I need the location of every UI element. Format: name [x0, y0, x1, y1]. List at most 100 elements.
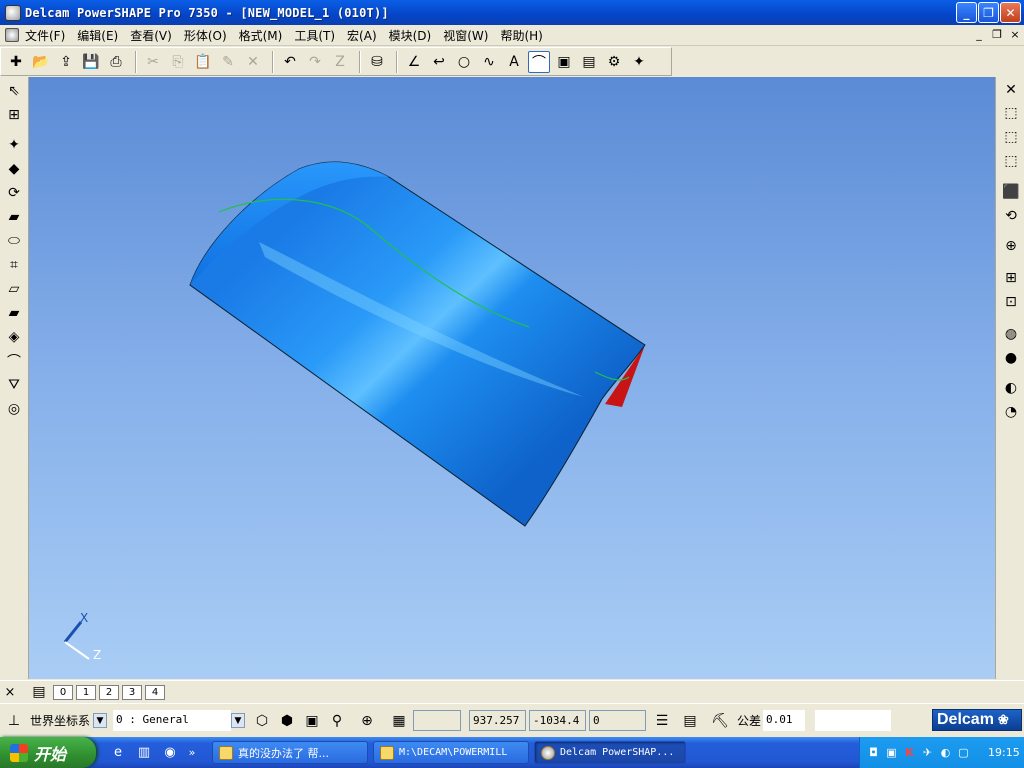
wizard-icon[interactable]: ✦: [628, 51, 650, 73]
sketch-icon[interactable]: Z: [329, 51, 351, 73]
curve-icon[interactable]: ∿: [478, 51, 500, 73]
surface-icon[interactable]: ⌒: [528, 50, 550, 73]
arc-tool-icon[interactable]: ⟳: [3, 182, 25, 204]
select-surfaces-icon[interactable]: ⬢: [276, 710, 298, 732]
zoom-window-icon[interactable]: ⊞: [1000, 267, 1022, 289]
print-icon[interactable]: ⎙: [105, 51, 127, 73]
multi-select-icon[interactable]: ⊞: [3, 104, 25, 126]
minimize-button[interactable]: _: [956, 2, 977, 23]
paste-icon[interactable]: 📋: [192, 51, 214, 73]
drive-icon[interactable]: ⛛: [3, 374, 25, 396]
shaded-icon[interactable]: ●: [1000, 347, 1022, 369]
zoom-icon[interactable]: ⊕: [1000, 235, 1022, 257]
menu-format[interactable]: 格式(M): [239, 27, 283, 44]
rotate-icon[interactable]: ◈: [3, 326, 25, 348]
save-icon[interactable]: 💾: [80, 51, 102, 73]
menu-module[interactable]: 模块(D): [389, 27, 432, 44]
circle-icon[interactable]: ○: [453, 51, 475, 73]
lighting-icon[interactable]: ◐: [1000, 377, 1022, 399]
material-icon[interactable]: ◔: [1000, 401, 1022, 423]
menu-object[interactable]: 形体(O): [184, 27, 227, 44]
calculator-icon[interactable]: ▤: [679, 710, 701, 732]
grid-icon[interactable]: ▦: [388, 710, 410, 732]
menu-help[interactable]: 帮助(H): [500, 27, 542, 44]
line-icon[interactable]: ∠: [403, 51, 425, 73]
point-icon[interactable]: ✦: [3, 134, 25, 156]
document-icon[interactable]: [5, 28, 19, 42]
level-tab-3[interactable]: 3: [122, 684, 142, 700]
ie-icon[interactable]: e: [108, 743, 128, 763]
view-iso-icon[interactable]: ⬛: [1000, 181, 1022, 203]
graphics-viewport[interactable]: X Z: [29, 77, 995, 679]
undo-icon[interactable]: ↶: [279, 51, 301, 73]
redo-icon[interactable]: ↷: [304, 51, 326, 73]
delete-icon[interactable]: ✎: [217, 51, 239, 73]
menu-tools[interactable]: 工具(T): [294, 27, 335, 44]
mdi-close-button[interactable]: ×: [1008, 28, 1022, 42]
level-select[interactable]: 0 : General: [113, 710, 232, 731]
menu-view[interactable]: 查看(V): [130, 27, 172, 44]
cut-icon[interactable]: ✂: [142, 51, 164, 73]
level-tab-4[interactable]: 4: [145, 684, 165, 700]
maximize-button[interactable]: ❐: [978, 2, 999, 23]
select-solids-icon[interactable]: ▣: [301, 710, 323, 732]
surface-tool-icon[interactable]: ▰: [3, 206, 25, 228]
task-powershape[interactable]: Delcam PowerSHAP...: [534, 741, 686, 764]
mesh-icon[interactable]: ⌗: [3, 254, 25, 276]
task-browser[interactable]: 真的没办法了 帮...: [212, 741, 368, 764]
mdi-minimize-button[interactable]: _: [972, 28, 986, 42]
explorer-icon[interactable]: ▥: [134, 743, 154, 763]
workplane-dropdown-icon[interactable]: ▼: [93, 713, 108, 728]
view-top-icon[interactable]: ⬚: [1000, 102, 1022, 124]
close-panel-icon[interactable]: ✕: [1000, 79, 1022, 101]
workplane-icon[interactable]: ⊥: [3, 710, 25, 732]
select-icon[interactable]: ⇖: [3, 80, 25, 102]
start-button[interactable]: 开始: [0, 737, 96, 768]
quicklaunch-chevron[interactable]: »: [182, 743, 202, 763]
snap-icon[interactable]: ⊕: [356, 710, 378, 732]
volume-icon[interactable]: ◐: [938, 745, 953, 760]
prism-icon[interactable]: ▰: [3, 302, 25, 324]
mdi-restore-button[interactable]: ❐: [990, 28, 1004, 42]
menu-file[interactable]: 文件(F): [25, 27, 65, 44]
open-icon[interactable]: 📂: [30, 51, 52, 73]
view-front-icon[interactable]: ⬚: [1000, 126, 1022, 148]
view-right-icon[interactable]: ⬚: [1000, 150, 1022, 172]
display-icon[interactable]: ▢: [956, 745, 971, 760]
layer-icon[interactable]: ▤: [28, 681, 50, 703]
clear-icon[interactable]: ✕: [242, 51, 264, 73]
level-tab-1[interactable]: 1: [76, 684, 96, 700]
antivirus-icon[interactable]: K: [902, 745, 917, 760]
plane-icon[interactable]: ◆: [3, 158, 25, 180]
spine-icon[interactable]: ⌒: [3, 350, 25, 372]
select-all-icon[interactable]: ⬡: [251, 710, 273, 732]
task-folder[interactable]: M:\DECAM\POWERMILL: [373, 741, 529, 764]
level-dropdown-icon[interactable]: ▼: [231, 713, 246, 728]
menu-edit[interactable]: 编辑(E): [77, 27, 118, 44]
view-rotate-icon[interactable]: ⟲: [1000, 205, 1022, 227]
menu-macro[interactable]: 宏(A): [347, 27, 377, 44]
text-icon[interactable]: A: [503, 51, 525, 73]
dimension-icon[interactable]: ◎: [3, 398, 25, 420]
import-icon[interactable]: ⇪: [55, 51, 77, 73]
bluetooth-icon[interactable]: ✈: [920, 745, 935, 760]
quick-select-icon[interactable]: ⚲: [326, 710, 348, 732]
tolerance-field[interactable]: 0.01: [763, 710, 806, 731]
new-icon[interactable]: ✚: [5, 51, 27, 73]
level-bar-close-button[interactable]: ×: [2, 685, 18, 700]
solid-icon[interactable]: ▣: [553, 51, 575, 73]
copy-icon[interactable]: ⎘: [167, 51, 189, 73]
ellipse-icon[interactable]: ⬭: [3, 230, 25, 252]
app-icon[interactable]: [5, 4, 21, 21]
list-icon[interactable]: ☰: [651, 710, 673, 732]
level-tab-0[interactable]: 0: [53, 684, 73, 700]
menu-window[interactable]: 视窗(W): [443, 27, 488, 44]
command-field[interactable]: [815, 710, 892, 731]
media-icon[interactable]: ◉: [160, 743, 180, 763]
network-icon[interactable]: ▣: [884, 745, 899, 760]
close-button[interactable]: ✕: [1000, 2, 1021, 23]
probe-icon[interactable]: ⛏: [709, 710, 731, 732]
selection-icon[interactable]: ⛁: [366, 51, 388, 73]
layers-icon[interactable]: ▤: [578, 51, 600, 73]
level-tab-2[interactable]: 2: [99, 684, 119, 700]
